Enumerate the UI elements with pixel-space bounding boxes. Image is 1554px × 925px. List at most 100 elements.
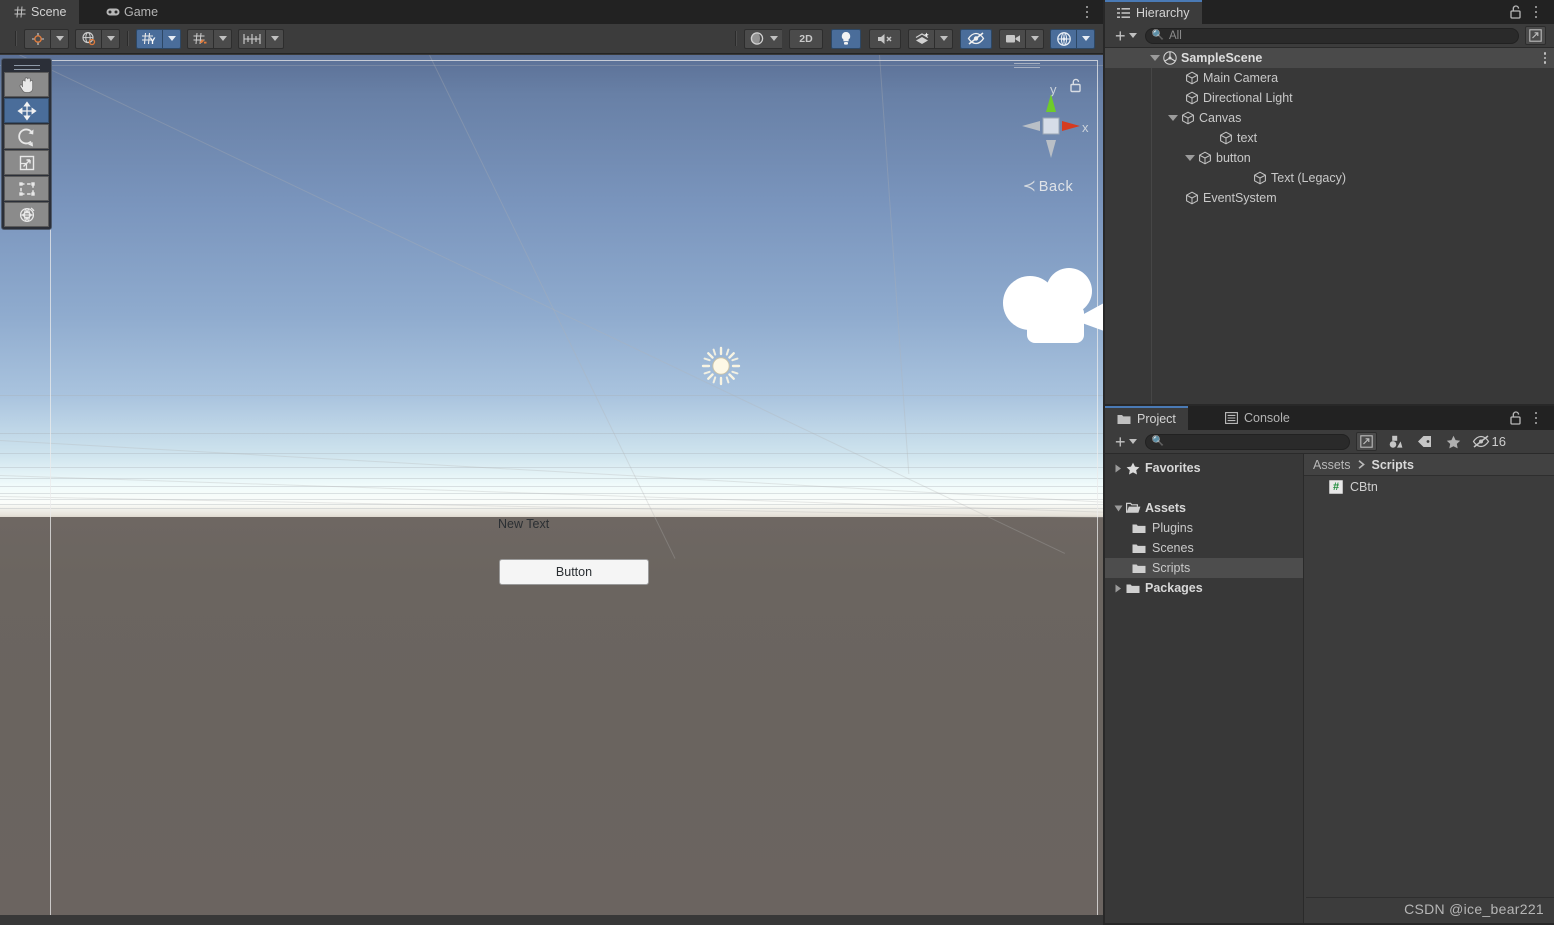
tab-console-label: Console <box>1244 411 1290 425</box>
grid-snapping-dropdown[interactable] <box>213 28 232 49</box>
chevron-down-icon[interactable] <box>1184 155 1196 161</box>
chevron-down-icon[interactable] <box>1167 115 1179 121</box>
asset-item-cbtn[interactable]: # CBtn <box>1304 476 1554 498</box>
scene-audio-button[interactable] <box>869 28 901 49</box>
project-expand-icon[interactable] <box>1355 432 1377 451</box>
project-tree-label: Favorites <box>1145 461 1201 475</box>
scene-options-kebab[interactable] <box>1080 4 1094 20</box>
fx-toggle-button[interactable] <box>908 28 934 49</box>
pivot-dropdown[interactable] <box>50 28 69 49</box>
tool-move-button[interactable] <box>4 98 49 123</box>
chevron-right-icon[interactable] <box>1113 464 1123 473</box>
scene-lighting-button[interactable] <box>831 28 861 49</box>
project-options-kebab[interactable] <box>1529 410 1543 426</box>
hierarchy-row-button[interactable]: button <box>1105 148 1554 168</box>
hierarchy-tree[interactable]: SampleScene Main Camera Directional Ligh… <box>1105 48 1554 404</box>
chevron-down-icon[interactable] <box>1149 55 1161 61</box>
gizmos-toggle-button[interactable] <box>1050 28 1076 49</box>
snap-increment-dropdown[interactable] <box>265 28 284 49</box>
gizmo-view-label[interactable]: ≺ Back <box>1002 176 1094 196</box>
project-tree-label: Scripts <box>1152 561 1191 575</box>
breadcrumb-scripts[interactable]: Scripts <box>1372 458 1414 472</box>
gizmo-drag-grip-icon[interactable] <box>1014 63 1040 71</box>
shaded-sphere-icon <box>750 32 764 45</box>
draw-mode-button[interactable] <box>744 28 782 49</box>
tool-view-pan-button[interactable] <box>4 72 49 97</box>
scene-viewport[interactable]: New Text Button y x ≺ Back <box>0 55 1103 915</box>
tab-scene[interactable]: Scene <box>0 0 80 24</box>
tab-console[interactable]: Console <box>1213 406 1302 430</box>
project-search-input[interactable]: 🔍 <box>1144 433 1350 450</box>
search-by-type-icon[interactable] <box>1385 432 1406 451</box>
gizmo-axes[interactable]: y x <box>1002 82 1094 167</box>
hierarchy-add-button[interactable]: + <box>1115 27 1137 45</box>
favorite-star-icon[interactable] <box>1443 432 1464 451</box>
hierarchy-row-main-camera[interactable]: Main Camera <box>1105 68 1554 88</box>
hierarchy-row-directional-light[interactable]: Directional Light <box>1105 88 1554 108</box>
tab-project[interactable]: Project <box>1105 406 1188 430</box>
project-folder-tree[interactable]: Favorites Assets Plugins Scenes Scripts … <box>1105 454 1304 923</box>
project-tree-packages[interactable]: Packages <box>1105 578 1303 598</box>
breadcrumb-assets[interactable]: Assets <box>1313 458 1351 472</box>
hierarchy-row-canvas[interactable]: Canvas <box>1105 108 1554 128</box>
project-tree-scenes[interactable]: Scenes <box>1105 538 1303 558</box>
project-add-button[interactable]: + <box>1115 433 1137 451</box>
chevron-down-icon <box>1128 33 1137 38</box>
tool-rect-button[interactable] <box>4 176 49 201</box>
project-panel: Project Console + 🔍 16 Favorites Assets … <box>1105 406 1554 923</box>
camera-settings-dropdown[interactable] <box>1025 28 1044 49</box>
scene-view-gizmo[interactable]: y x ≺ Back <box>1002 60 1100 200</box>
hierarchy-row-samplescene[interactable]: SampleScene <box>1105 48 1554 68</box>
tool-rotate-button[interactable] <box>4 124 49 149</box>
fx-dropdown[interactable] <box>934 28 953 49</box>
camera-settings-button[interactable] <box>999 28 1025 49</box>
project-tree-plugins[interactable]: Plugins <box>1105 518 1303 538</box>
chevron-down-icon[interactable] <box>1113 505 1123 512</box>
snap-increment-toggle[interactable] <box>238 28 265 49</box>
folder-open-icon <box>1123 502 1143 514</box>
chevron-right-icon[interactable] <box>1113 584 1123 593</box>
main-camera-gizmo[interactable] <box>994 267 1103 353</box>
tab-hierarchy[interactable]: Hierarchy <box>1105 0 1202 24</box>
hierarchy-lock-icon[interactable] <box>1509 5 1522 19</box>
transform-icon <box>19 206 35 222</box>
hierarchy-expand-icon[interactable] <box>1525 26 1546 45</box>
tool-scale-button[interactable] <box>4 150 49 175</box>
gizmo-center-cube <box>1042 117 1060 135</box>
grid-axis-toggle[interactable]: Y <box>136 28 162 49</box>
hierarchy-row-text[interactable]: text <box>1105 128 1554 148</box>
project-tree-spacer <box>1105 478 1303 498</box>
hierarchy-row-text-legacy[interactable]: Text (Legacy) <box>1105 168 1554 188</box>
scene-row-kebab[interactable] <box>1543 52 1546 64</box>
hierarchy-search-input[interactable]: 🔍 All <box>1144 27 1519 44</box>
canvas-button-element[interactable]: Button <box>499 559 649 585</box>
project-lock-icon[interactable] <box>1509 411 1522 425</box>
handle-space-toggle[interactable] <box>75 28 101 49</box>
tool-transform-button[interactable] <box>4 202 49 227</box>
pivot-toggle-button[interactable] <box>24 28 50 49</box>
watermark-text: CSDN @ice_bear221 <box>1404 901 1544 917</box>
project-hidden-count-label: 16 <box>1491 434 1506 449</box>
project-tree-favorites[interactable]: Favorites <box>1105 458 1303 478</box>
tab-game[interactable]: Game <box>93 0 171 24</box>
grid-snapping-toggle[interactable] <box>187 28 213 49</box>
gizmos-dropdown[interactable] <box>1076 28 1095 49</box>
label-tag-icon[interactable] <box>1414 432 1435 451</box>
grid-axis-dropdown[interactable] <box>162 28 181 49</box>
project-asset-browser[interactable]: Assets Scripts # CBtn <box>1304 454 1554 923</box>
hierarchy-row-eventsystem[interactable]: EventSystem <box>1105 188 1554 208</box>
drag-grip-icon[interactable] <box>13 61 40 71</box>
directional-light-gizmo[interactable] <box>700 345 742 387</box>
toggle-2d-button[interactable]: 2D <box>789 28 823 49</box>
project-tree-scripts[interactable]: Scripts <box>1105 558 1303 578</box>
hidden-objects-button[interactable] <box>960 28 992 49</box>
scene-tabbar: Scene Game <box>0 0 1103 24</box>
project-hidden-count[interactable]: 16 <box>1472 434 1506 449</box>
canvas-text-element[interactable]: New Text <box>498 517 549 531</box>
hierarchy-options-kebab[interactable] <box>1529 4 1543 20</box>
project-body: Favorites Assets Plugins Scenes Scripts … <box>1105 454 1554 923</box>
project-tree-assets[interactable]: Assets <box>1105 498 1303 518</box>
canvas-button-label: Button <box>555 565 593 579</box>
handle-space-dropdown[interactable] <box>101 28 120 49</box>
chevron-down-icon <box>1128 439 1137 444</box>
